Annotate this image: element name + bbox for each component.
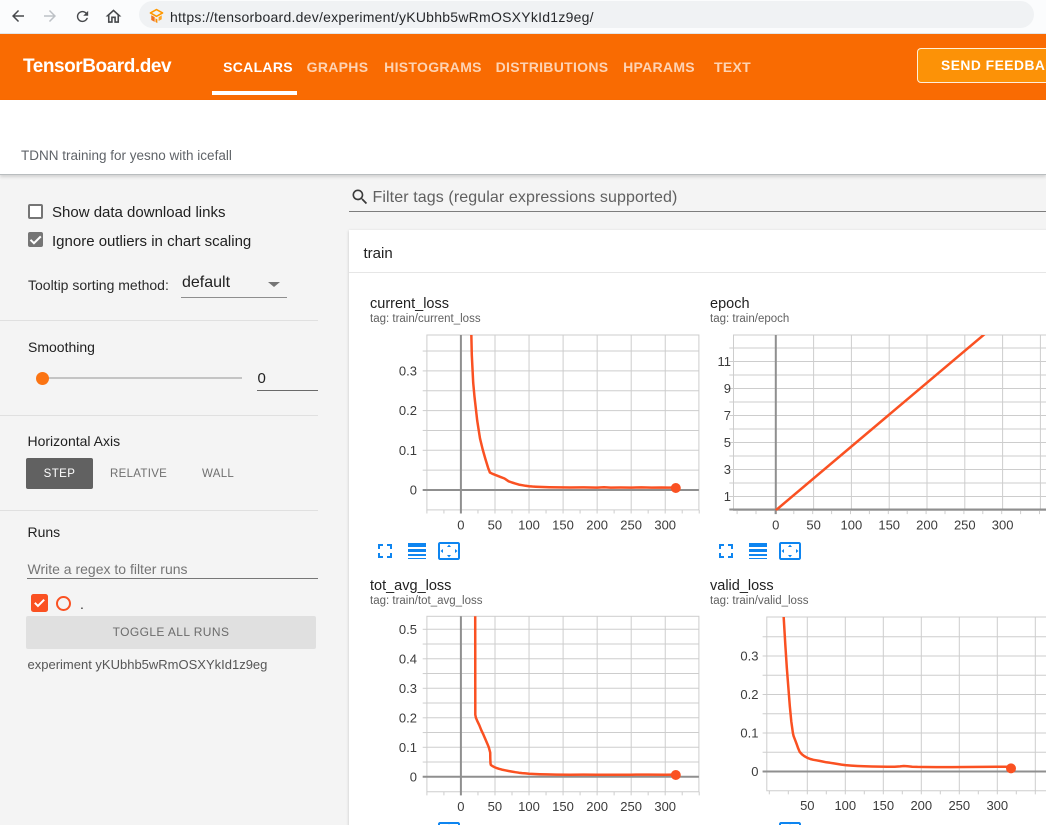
svg-text:200: 200	[910, 798, 932, 813]
svg-text:0.3: 0.3	[740, 649, 758, 664]
svg-text:150: 150	[872, 798, 894, 813]
svg-text:100: 100	[834, 798, 856, 813]
svg-text:0: 0	[751, 764, 758, 779]
svg-text:0.1: 0.1	[740, 726, 758, 741]
svg-text:250: 250	[948, 798, 970, 813]
svg-text:0.2: 0.2	[740, 687, 758, 702]
svg-text:300: 300	[986, 798, 1008, 813]
svg-text:50: 50	[800, 798, 814, 813]
